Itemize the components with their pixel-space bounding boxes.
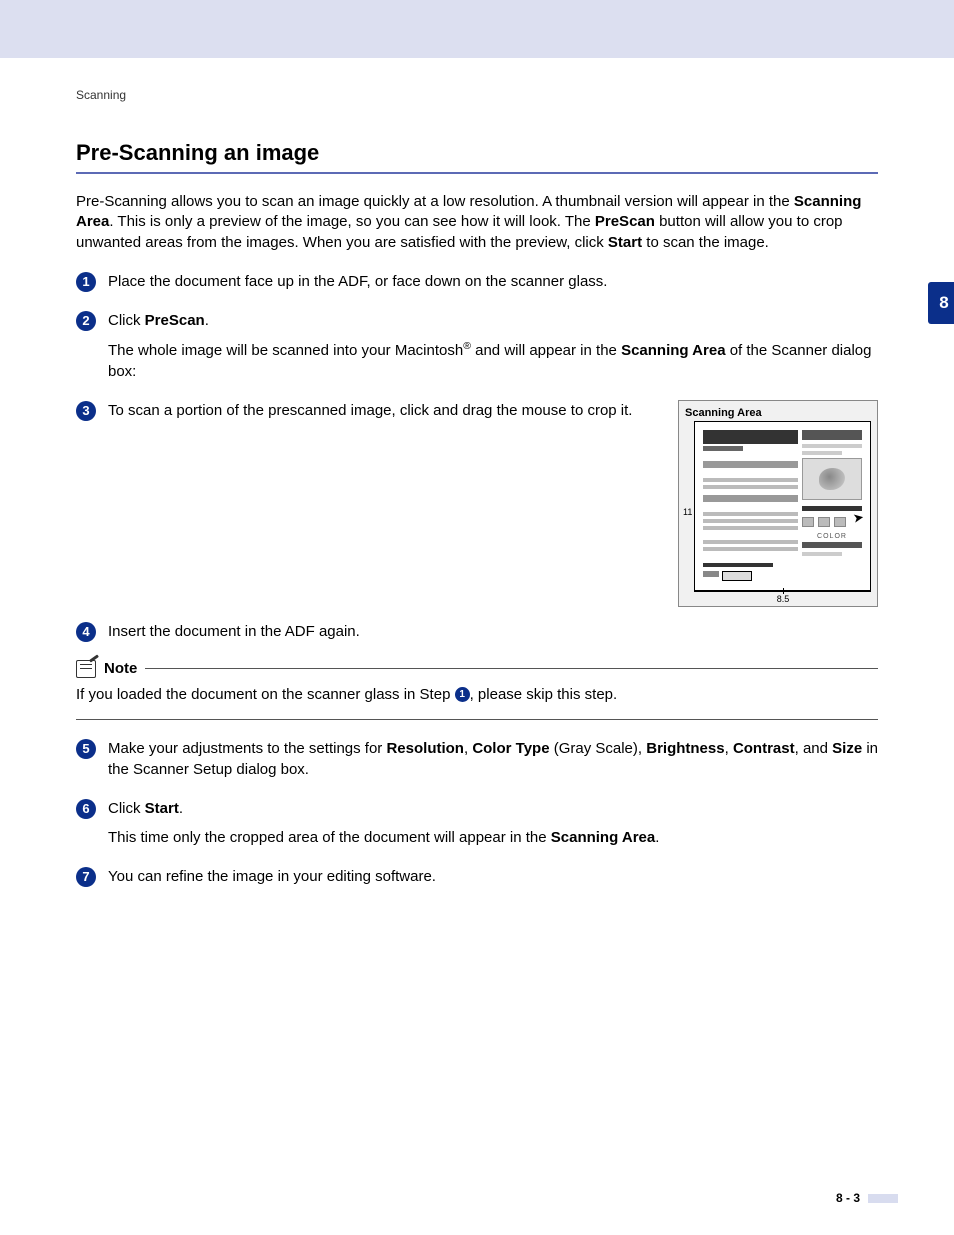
step-4-body: Insert the document in the ADF again. [108, 621, 878, 646]
breadcrumb: Scanning [76, 88, 878, 102]
page-content: Scanning Pre-Scanning an image 8 Pre-Sca… [0, 58, 954, 1235]
step-bullet-4: 4 [76, 622, 96, 642]
cursor-icon: ➤ [852, 509, 866, 527]
note-title: Note [104, 660, 137, 677]
footer-flag [868, 1194, 898, 1203]
intro-paragraph: Pre-Scanning allows you to scan an image… [76, 192, 878, 253]
step-6-sub: . [655, 829, 659, 846]
step-3-row: 3 To scan a portion of the prescanned im… [76, 400, 878, 607]
step-5-text: , [725, 740, 733, 757]
step-2-text: Click [108, 312, 145, 329]
step-5-bold: Resolution [386, 740, 464, 757]
step-7: 7 You can refine the image in your editi… [76, 866, 878, 891]
figure-canvas: COLOR ➤ [695, 421, 871, 591]
note-rule [145, 668, 878, 669]
note-step-ref: 1 [455, 687, 470, 702]
figure-title: Scanning Area [685, 407, 871, 419]
header-band [0, 0, 954, 58]
step-6-sub: This time only the cropped area of the d… [108, 829, 551, 846]
step-5-text: (Gray Scale), [550, 740, 647, 757]
step-6-body: Click Start. This time only the cropped … [108, 798, 878, 852]
step-2-sub: and will appear in the [471, 342, 621, 359]
figure-photo-column: COLOR [802, 430, 862, 559]
step-1-text: Place the document face up in the ADF, o… [108, 273, 607, 290]
figure-doc-column [703, 430, 798, 583]
step-4: 4 Insert the document in the ADF again. [76, 621, 878, 646]
intro-bold: PreScan [595, 213, 655, 230]
step-6-sub-bold: Scanning Area [551, 829, 655, 846]
chapter-tab: 8 [928, 282, 954, 324]
note-icon [76, 660, 96, 678]
figure-axis-x: 8.5 [695, 590, 871, 604]
page-footer: 8 - 3 [836, 1191, 898, 1205]
step-5-bold: Brightness [646, 740, 724, 757]
step-3-text: To scan a portion of the prescanned imag… [108, 402, 632, 419]
step-2-bold: PreScan [145, 312, 205, 329]
step-5-bold: Contrast [733, 740, 795, 757]
note-text: If you loaded the document on the scanne… [76, 686, 455, 703]
step-2-sub-bold: Scanning Area [621, 342, 725, 359]
step-bullet-7: 7 [76, 867, 96, 887]
note-body: If you loaded the document on the scanne… [76, 684, 878, 720]
figure-photo [802, 458, 862, 500]
step-5-text: Make your adjustments to the settings fo… [108, 740, 386, 757]
step-3: 3 To scan a portion of the prescanned im… [76, 400, 638, 425]
section-title: Pre-Scanning an image [76, 140, 878, 166]
step-3-body: To scan a portion of the prescanned imag… [108, 400, 638, 425]
step-bullet-5: 5 [76, 739, 96, 759]
step-2-body: Click PreScan. The whole image will be s… [108, 310, 878, 386]
intro-text: to scan the image. [642, 234, 769, 251]
step-1-body: Place the document face up in the ADF, o… [108, 271, 878, 296]
figure-axis-y: 11 [683, 507, 692, 517]
intro-text: Pre-Scanning allows you to scan an image… [76, 193, 794, 210]
step-1: 1 Place the document face up in the ADF,… [76, 271, 878, 296]
step-bullet-3: 3 [76, 401, 96, 421]
step-2-text: . [205, 312, 209, 329]
step-6: 6 Click Start. This time only the croppe… [76, 798, 878, 852]
step-2-sub: The whole image will be scanned into you… [108, 342, 463, 359]
step-6-text: . [179, 800, 183, 817]
step-bullet-2: 2 [76, 311, 96, 331]
note-text: , please skip this step. [470, 686, 618, 703]
step-5-body: Make your adjustments to the settings fo… [108, 738, 878, 784]
step-4-text: Insert the document in the ADF again. [108, 623, 360, 640]
step-6-bold: Start [145, 800, 179, 817]
note-block: Note If you loaded the document on the s… [76, 660, 878, 720]
page-number: 8 - 3 [836, 1191, 860, 1205]
step-7-body: You can refine the image in your editing… [108, 866, 878, 891]
scanning-area-figure: Scanning Area 11 [678, 400, 878, 607]
step-bullet-1: 1 [76, 272, 96, 292]
step-6-text: Click [108, 800, 145, 817]
step-bullet-6: 6 [76, 799, 96, 819]
registered-mark: ® [463, 340, 471, 352]
intro-text: . This is only a preview of the image, s… [109, 213, 595, 230]
step-5-bold: Size [832, 740, 862, 757]
step-7-text: You can refine the image in your editing… [108, 868, 436, 885]
intro-bold: Start [608, 234, 642, 251]
figure-color-label: COLOR [802, 531, 862, 540]
step-5: 5 Make your adjustments to the settings … [76, 738, 878, 784]
step-2: 2 Click PreScan. The whole image will be… [76, 310, 878, 386]
title-rule [76, 172, 878, 174]
step-5-bold: Color Type [472, 740, 549, 757]
step-5-text: , and [795, 740, 833, 757]
